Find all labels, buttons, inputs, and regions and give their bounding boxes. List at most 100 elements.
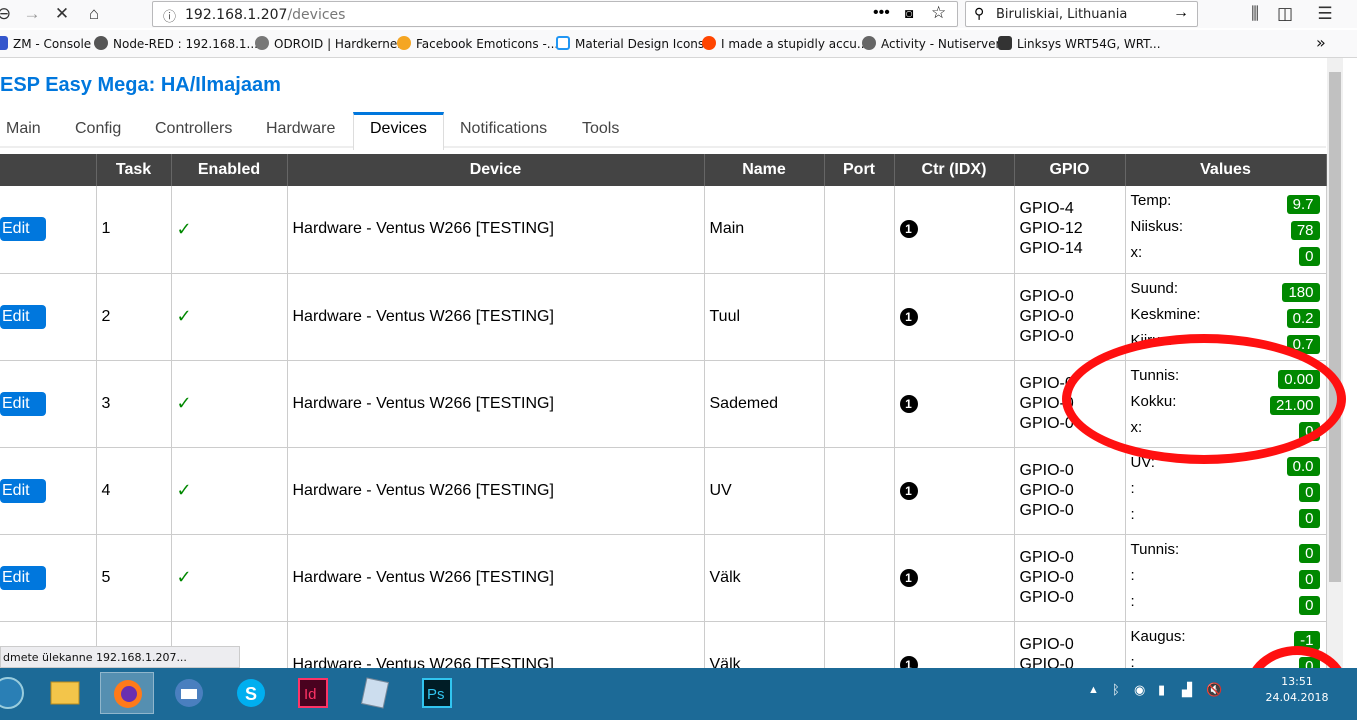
column-header: GPIO [1014, 154, 1126, 186]
edit-button[interactable]: Edit [0, 391, 46, 416]
tab-config[interactable]: Config [75, 120, 121, 138]
idx-badge: 1 [899, 481, 918, 500]
forward-icon[interactable]: → [20, 2, 44, 26]
column-header: Values [1125, 154, 1327, 186]
port-cell [824, 534, 895, 622]
file-explorer-icon[interactable] [38, 672, 92, 714]
tray-chevron-icon[interactable]: ▲ [1088, 684, 1099, 696]
value-name: Kaugus: [1130, 627, 1186, 645]
idx-badge: 1 [899, 394, 918, 413]
gpio-pin: GPIO-0 [1019, 501, 1074, 519]
browser-toolbar: ⊖ → ✕ ⌂ ⓘ 192.168.1.207/devices ••• ◙ ☆ … [0, 0, 1357, 28]
task-number: 3 [96, 360, 172, 448]
annotation-circle [1062, 334, 1346, 464]
photoshop-icon[interactable]: Ps [410, 672, 464, 714]
info-icon[interactable]: ⓘ [163, 6, 176, 25]
tab-controllers[interactable]: Controllers [155, 120, 232, 138]
enabled-cell: ✓ [171, 360, 288, 448]
tab-bar: Main Config Controllers Hardware Devices… [0, 112, 1326, 150]
url-bar[interactable]: ⓘ 192.168.1.207/devices ••• ◙ ☆ [152, 1, 958, 27]
bookmark-item[interactable]: I made a stupidly accu... [702, 36, 868, 51]
tab-hardware[interactable]: Hardware [266, 120, 335, 138]
bluetooth-icon[interactable]: ᛒ [1112, 682, 1120, 697]
device-name: Hardware - Ventus W266 [TESTING] [287, 273, 705, 361]
skype-icon[interactable]: S [224, 672, 278, 714]
gpio-pin: GPIO-0 [1019, 568, 1074, 586]
value-badge: 0 [1299, 508, 1320, 528]
device-name: Hardware - Ventus W266 [TESTING] [287, 186, 705, 274]
bookmark-item[interactable]: Activity - Nutiserver [862, 36, 1000, 51]
table-row: Edit 5 ✓ Hardware - Ventus W266 [TESTING… [0, 534, 1327, 622]
tab-notifications[interactable]: Notifications [460, 120, 547, 138]
network-icon[interactable]: ▟ [1182, 682, 1192, 698]
gear-icon [862, 36, 876, 50]
gpio-pin: GPIO-0 [1019, 588, 1074, 606]
edit-button[interactable]: Edit [0, 304, 46, 329]
start-icon[interactable] [0, 672, 28, 714]
edit-cell: Edit [0, 447, 97, 535]
gpio-pin: GPIO-0 [1019, 327, 1074, 345]
battery-icon[interactable]: ▮ [1158, 682, 1165, 698]
tab-devices[interactable]: Devices [370, 120, 427, 138]
url-text: 192.168.1.207/devices [185, 7, 346, 23]
tab-tools[interactable]: Tools [582, 120, 619, 138]
edit-cell: Edit [0, 534, 97, 622]
bookmark-item[interactable]: Facebook Emoticons -... [397, 36, 558, 51]
sidebar-icon[interactable]: ◫ [1273, 2, 1297, 26]
openwrt-icon [998, 36, 1012, 50]
gpio-pin: GPIO-4 [1019, 200, 1074, 218]
back-icon[interactable]: ⊖ [0, 2, 16, 26]
stop-icon[interactable]: ✕ [50, 2, 74, 26]
value-name: Suund: [1130, 279, 1179, 297]
menu-icon[interactable]: ☰ [1313, 2, 1337, 26]
value-badge: 180 [1282, 282, 1320, 302]
edit-button[interactable]: Edit [0, 478, 46, 503]
edit-button[interactable]: Edit [0, 565, 46, 590]
gpio-pin: GPIO-0 [1019, 481, 1074, 499]
enabled-cell: ✓ [171, 273, 288, 361]
value-name: x: [1130, 244, 1143, 262]
scrollbar-thumb[interactable] [1329, 72, 1341, 582]
overflow-chevron-icon[interactable]: » [1316, 33, 1326, 52]
enabled-cell: ✓ [171, 534, 288, 622]
more-icon[interactable]: ••• [873, 4, 890, 22]
device-name: Hardware - Ventus W266 [TESTING] [287, 534, 705, 622]
bookmark-item[interactable]: Node-RED : 192.168.1.... [94, 36, 262, 51]
bookmark-star-icon[interactable]: ☆ [931, 3, 946, 23]
enabled-cell: ✓ [171, 447, 288, 535]
table-header-row: Task Enabled Device Name Port Ctr (IDX) … [0, 154, 1327, 186]
search-input[interactable]: ⚲ Biruliskiai, Lithuania → [965, 1, 1198, 27]
page-title: ESP Easy Mega: HA/Ilmajaam [0, 74, 281, 96]
value-name: : [1130, 479, 1135, 497]
home-icon[interactable]: ⌂ [82, 2, 106, 26]
task-number: 5 [96, 534, 172, 622]
task-name: Sademed [704, 360, 825, 448]
thunderbird-icon[interactable] [162, 672, 216, 714]
bookmark-item[interactable]: ZM - Console [0, 36, 91, 51]
taskbar-clock[interactable]: 13:51 24.04.2018 [1262, 674, 1332, 706]
pocket-icon[interactable]: ◙ [905, 5, 913, 21]
value-row: Niiskus: 78 [1126, 216, 1326, 242]
notepad-icon[interactable] [348, 672, 402, 714]
gpio-cell: GPIO-0 GPIO-0 GPIO-0 [1014, 447, 1126, 535]
tab-main[interactable]: Main [6, 120, 41, 138]
bookmark-item[interactable]: Linksys WRT54G, WRT... [998, 36, 1161, 51]
bookmark-item[interactable]: Material Design Icons [556, 36, 704, 51]
value-badge: 0 [1299, 595, 1320, 615]
value-badge: 78 [1290, 221, 1320, 241]
indesign-icon[interactable]: Id [286, 672, 340, 714]
firefox-icon[interactable] [100, 672, 154, 714]
volume-muted-icon[interactable]: 🔇 [1206, 682, 1222, 698]
tray-app-icon[interactable]: ◉ [1134, 682, 1145, 698]
gpio-cell: GPIO-0 GPIO-0 GPIO-0 [1014, 273, 1126, 361]
gpio-pin: GPIO-0 [1019, 548, 1074, 566]
emoticon-icon [397, 36, 411, 50]
search-icon: ⚲ [974, 5, 985, 21]
gpio-pin: GPIO-0 [1019, 461, 1074, 479]
library-icon[interactable]: ⫼ [1243, 2, 1267, 26]
value-row: Suund: 180 [1126, 278, 1326, 304]
edit-button[interactable]: Edit [0, 217, 46, 242]
zm-icon [0, 36, 8, 50]
bookmark-item[interactable]: ODROID | Hardkernel [255, 36, 401, 51]
go-arrow-icon[interactable]: → [1173, 4, 1189, 22]
